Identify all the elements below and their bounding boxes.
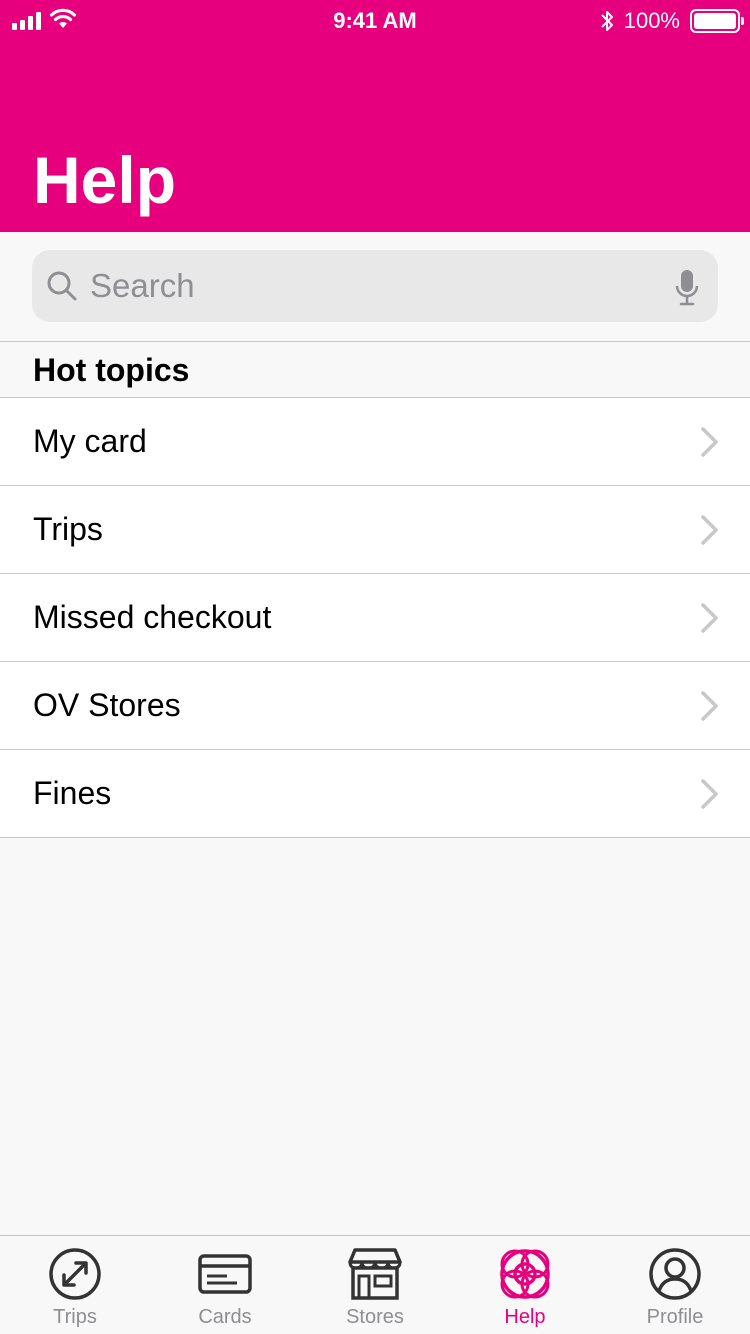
- topic-item-trips[interactable]: Trips: [0, 486, 750, 574]
- chevron-right-icon: [701, 515, 718, 545]
- search-icon: [47, 271, 77, 301]
- chevron-right-icon: [701, 691, 718, 721]
- topics-list: My card Trips Missed checkout OV Stores …: [0, 398, 750, 838]
- tab-label: Help: [504, 1306, 546, 1328]
- page-title: Help: [33, 143, 177, 217]
- microphone-icon[interactable]: [674, 268, 700, 308]
- tab-trips[interactable]: Trips: [0, 1236, 150, 1334]
- card-icon: [198, 1254, 252, 1294]
- chevron-right-icon: [701, 603, 718, 633]
- chevron-right-icon: [701, 779, 718, 809]
- status-bar: 9:41 AM 100%: [0, 0, 750, 40]
- search-input[interactable]: [90, 250, 650, 322]
- tab-label: Cards: [198, 1306, 252, 1328]
- section-header: Hot topics: [0, 342, 750, 398]
- trips-arrow-icon: [49, 1248, 101, 1300]
- tab-label: Trips: [53, 1306, 97, 1328]
- tab-profile[interactable]: Profile: [600, 1236, 750, 1334]
- bluetooth-icon: [601, 11, 613, 31]
- header: 9:41 AM 100% Help: [0, 0, 750, 232]
- tab-stores[interactable]: Stores: [300, 1236, 450, 1334]
- tab-cards[interactable]: Cards: [150, 1236, 300, 1334]
- topic-item-my-card[interactable]: My card: [0, 398, 750, 486]
- search-bar-container: [0, 232, 750, 342]
- topic-label: Trips: [33, 511, 103, 547]
- tab-label: Stores: [346, 1306, 404, 1328]
- battery-percent: 100%: [623, 8, 680, 33]
- topic-item-ov-stores[interactable]: OV Stores: [0, 662, 750, 750]
- topic-item-fines[interactable]: Fines: [0, 750, 750, 838]
- topic-label: Missed checkout: [33, 599, 272, 635]
- lifebuoy-icon: [500, 1249, 550, 1299]
- topic-label: My card: [33, 423, 147, 459]
- topic-label: Fines: [33, 775, 112, 811]
- topic-item-missed-checkout[interactable]: Missed checkout: [0, 574, 750, 662]
- store-icon: [348, 1248, 402, 1300]
- profile-icon: [649, 1248, 701, 1300]
- tab-help[interactable]: Help: [450, 1236, 600, 1334]
- status-right: 100%: [600, 8, 744, 34]
- tab-bar: Trips Cards Stores Help Profile: [0, 1235, 750, 1334]
- tab-label: Profile: [646, 1306, 704, 1328]
- chevron-right-icon: [701, 427, 718, 457]
- search-box[interactable]: [32, 250, 718, 322]
- section-title: Hot topics: [33, 352, 190, 388]
- battery-icon: [690, 9, 744, 33]
- topic-label: OV Stores: [33, 687, 181, 723]
